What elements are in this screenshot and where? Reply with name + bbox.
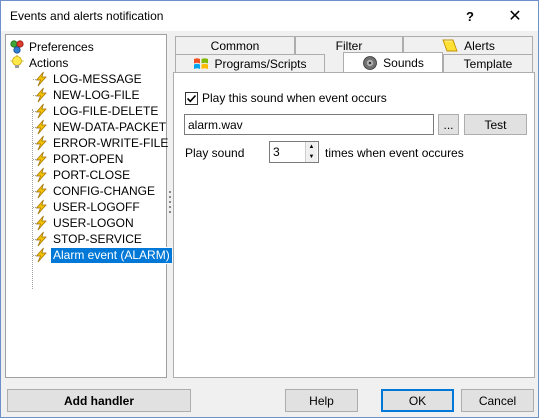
lightbulb-icon xyxy=(9,55,25,71)
tree-item-label: NEW-DATA-PACKET xyxy=(53,119,167,134)
tree-item-label: LOG-FILE-DELETE xyxy=(53,103,159,118)
lightning-icon xyxy=(33,119,49,135)
sound-file-value: alarm.wav xyxy=(188,117,243,132)
sound-file-input[interactable]: alarm.wav xyxy=(184,114,434,135)
lightning-icon xyxy=(33,151,49,167)
splitter-handle[interactable] xyxy=(169,191,172,213)
tree-item-preferences[interactable]: Preferences xyxy=(9,39,96,55)
play-sound-checkbox[interactable] xyxy=(185,91,198,105)
repeat-count-value: 3 xyxy=(273,145,280,159)
tree-item-label: ERROR-WRITE-FILE xyxy=(53,135,169,150)
lightning-icon xyxy=(33,87,49,103)
play-sound-checkbox-row[interactable]: Play this sound when event occurs xyxy=(185,91,387,105)
tree-item-label: CONFIG-CHANGE xyxy=(53,183,155,198)
title-bar: Events and alerts notification ? ✕ xyxy=(1,1,538,31)
lightning-icon xyxy=(33,199,49,215)
tree-item-action[interactable]: ERROR-WRITE-FILE xyxy=(33,135,170,151)
tree-item-label: Actions xyxy=(29,55,69,70)
tree-item-label: USER-LOGON xyxy=(53,215,134,230)
help-button[interactable]: Help xyxy=(285,389,358,412)
times-suffix-label: times when event occures xyxy=(325,146,464,160)
tree-item-action[interactable]: CONFIG-CHANGE xyxy=(33,183,157,199)
tree-item-actions[interactable]: Actions xyxy=(9,55,70,71)
tab-label: Programs/Scripts xyxy=(214,56,307,71)
tab-label: Common xyxy=(210,38,260,53)
tree-item-action[interactable]: LOG-MESSAGE xyxy=(33,71,144,87)
tree-item-action[interactable]: USER-LOGON xyxy=(33,215,136,231)
lightning-icon xyxy=(33,215,49,231)
lightning-icon xyxy=(33,135,49,151)
ok-button[interactable]: OK xyxy=(381,389,454,412)
tab-label: Template xyxy=(463,56,513,71)
cancel-button[interactable]: Cancel xyxy=(461,389,534,412)
preferences-icon xyxy=(9,39,25,55)
lightning-icon xyxy=(33,103,49,119)
tree-item-action[interactable]: NEW-DATA-PACKET xyxy=(33,119,168,135)
speaker-icon xyxy=(362,55,378,71)
tree-item-label: Preferences xyxy=(29,39,94,54)
tree-item-label: STOP-SERVICE xyxy=(53,231,142,246)
windows-logo-icon xyxy=(193,57,209,71)
tree-item-action[interactable]: USER-LOGOFF xyxy=(33,199,142,215)
tree-item-label: LOG-MESSAGE xyxy=(53,71,142,86)
dialog-window: Events and alerts notification ? ✕ Prefe… xyxy=(0,0,539,418)
tree-item-action[interactable]: PORT-CLOSE xyxy=(33,167,132,183)
spin-up-icon[interactable]: ▲ xyxy=(306,142,317,152)
spin-down-icon[interactable]: ▼ xyxy=(306,152,317,162)
lightning-icon xyxy=(33,247,49,263)
tree-item-action[interactable]: Alarm event (ALARM) xyxy=(33,246,173,264)
window-title: Events and alerts notification xyxy=(10,9,164,23)
lightning-icon xyxy=(33,183,49,199)
tree-item-label: USER-LOGOFF xyxy=(53,199,140,214)
test-button[interactable]: Test xyxy=(464,114,527,135)
tab-label: Sounds xyxy=(383,55,424,70)
lightning-icon xyxy=(33,71,49,87)
tree-item-action[interactable]: LOG-FILE-DELETE xyxy=(33,103,160,119)
tree-item-label: PORT-OPEN xyxy=(53,151,124,166)
repeat-count-spinner[interactable]: ▲ ▼ xyxy=(305,142,317,162)
help-title-button[interactable]: ? xyxy=(453,1,487,31)
close-title-button[interactable]: ✕ xyxy=(498,1,532,31)
lightning-icon xyxy=(33,167,49,183)
bell-icon xyxy=(441,38,459,54)
tab-label: Alerts xyxy=(464,38,495,53)
lightning-icon xyxy=(33,231,49,247)
browse-button[interactable]: ... xyxy=(438,114,459,135)
tab-template[interactable]: Template xyxy=(443,54,533,72)
tab-control: Common Filter Alerts Programs/Scripts So… xyxy=(173,34,535,378)
add-handler-button[interactable]: Add handler xyxy=(7,389,191,412)
tree-item-label: NEW-LOG-FILE xyxy=(53,87,140,102)
tree-item-label: PORT-CLOSE xyxy=(53,167,131,182)
tab-common[interactable]: Common xyxy=(175,36,295,54)
tree-item-action[interactable]: NEW-LOG-FILE xyxy=(33,87,141,103)
play-sound-label: Play sound xyxy=(185,146,245,160)
tree-item-label: Alarm event (ALARM) xyxy=(50,246,173,264)
play-sound-checkbox-label: Play this sound when event occurs xyxy=(202,91,387,105)
tab-label: Filter xyxy=(335,38,363,53)
tree-item-action[interactable]: PORT-OPEN xyxy=(33,151,125,167)
tab-programs-scripts[interactable]: Programs/Scripts xyxy=(175,54,325,72)
tree-item-action[interactable]: STOP-SERVICE xyxy=(33,231,144,247)
tab-sounds[interactable]: Sounds xyxy=(343,52,443,72)
event-tree[interactable]: Preferences Actions LOG-MESSAGE NEW-LOG-F… xyxy=(5,34,173,378)
